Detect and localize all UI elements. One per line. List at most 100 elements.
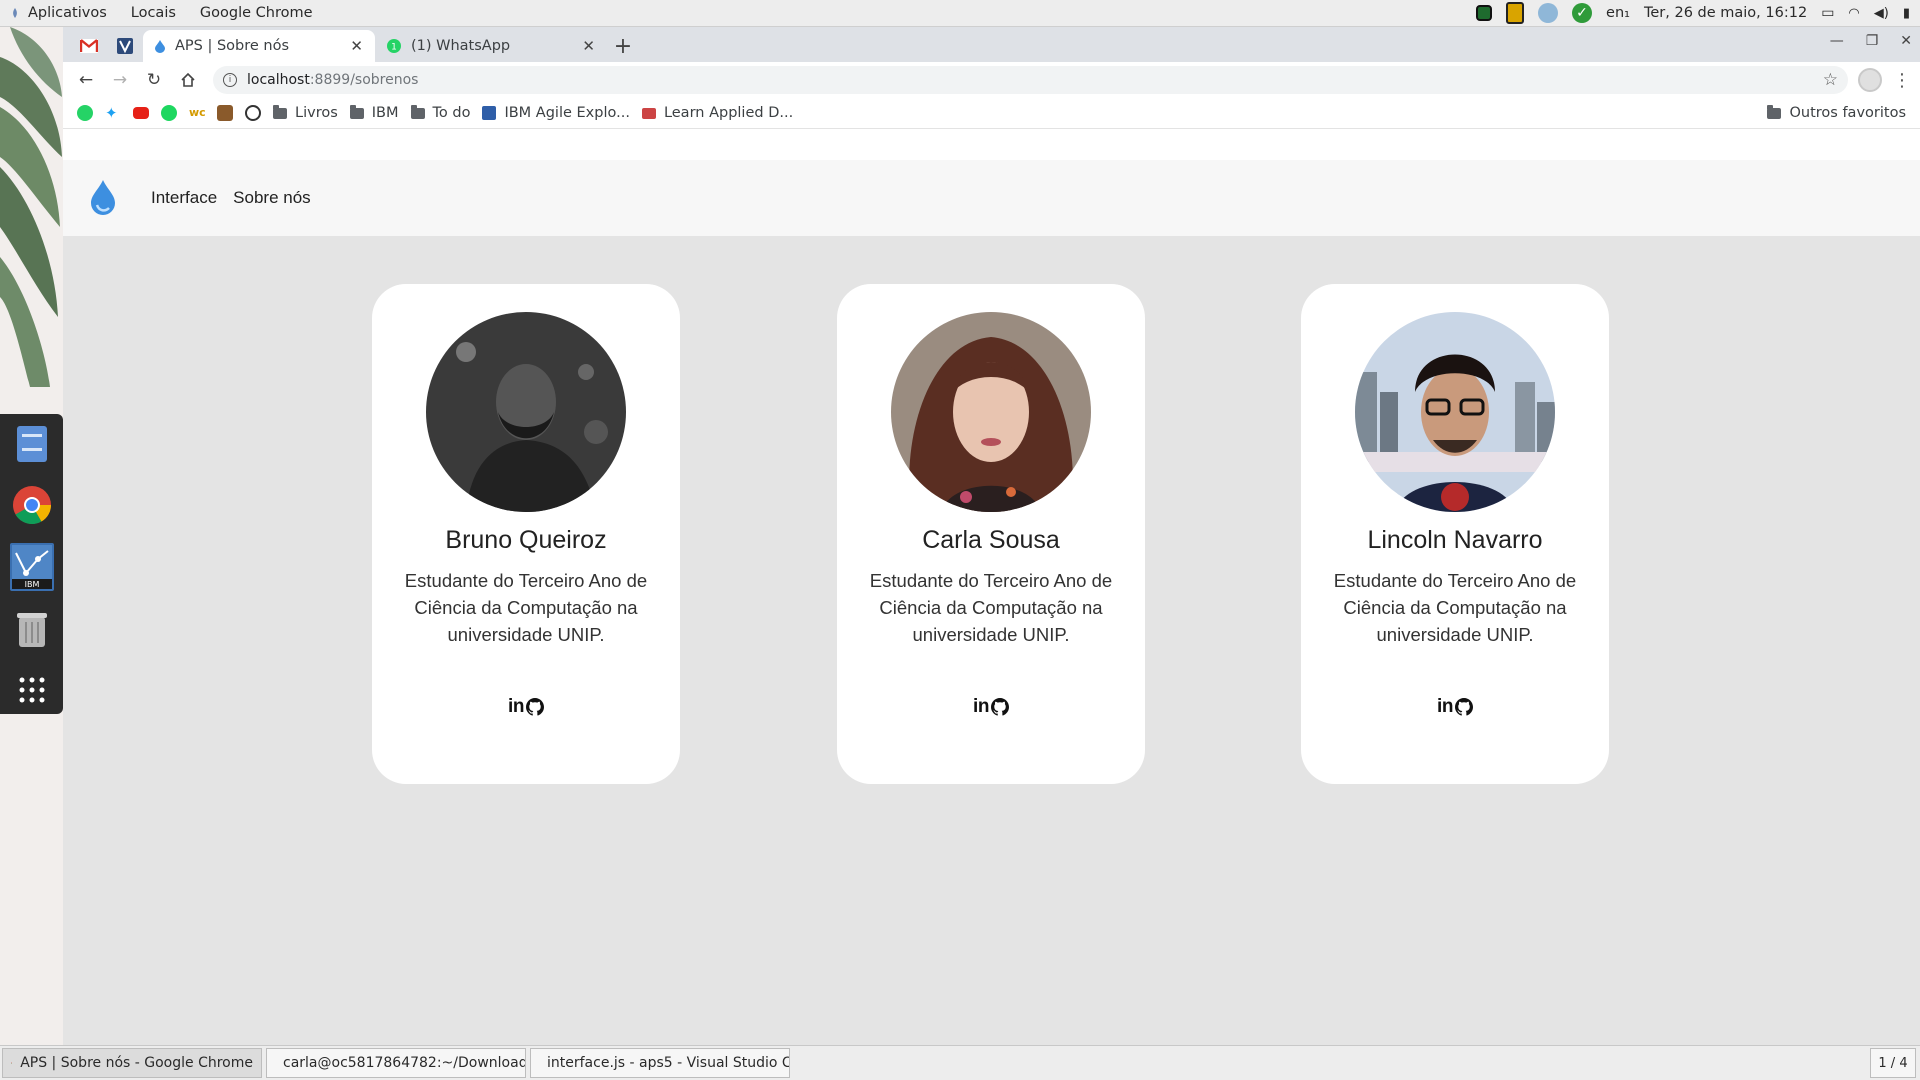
bookmark-label: Livros [295,105,338,121]
folder-icon [273,104,287,119]
spotify-bookmark-icon[interactable] [161,105,177,121]
dock-trash[interactable] [10,605,54,653]
pinned-tab-v-app[interactable] [107,30,143,62]
horse-bookmark-icon[interactable] [217,105,233,121]
arrow-right-icon: → [112,70,128,90]
bookmarks-bar: ✦ wc Livros IBM To do IBM Agile Explo...… [63,98,1920,129]
close-window-icon[interactable]: ✕ [1900,33,1912,49]
svg-text:IBM: IBM [24,580,39,589]
workspace-indicator[interactable]: 1 / 4 [1870,1048,1916,1078]
bookmark-label: IBM [371,105,399,121]
file-cabinet-icon [16,425,47,462]
forward-button[interactable]: → [105,65,135,95]
task-chrome[interactable]: APS | Sobre nós - Google Chrome [2,1048,262,1078]
tab-aps-sobre-nos[interactable]: APS | Sobre nós ✕ [143,30,375,62]
wifi-icon[interactable]: ◠ [1848,6,1859,21]
system-top-bar: Aplicativos Locais Google Chrome ✓ en₁ T… [0,0,1920,27]
card-name: Lincoln Navarro [1367,526,1543,554]
task-label: carla@oc5817864782:~/Downloads... [283,1055,526,1071]
menu-aplicativos[interactable]: Aplicativos [28,5,119,21]
github-icon[interactable] [990,698,1009,716]
bookmark-folder-ibm[interactable]: IBM [349,104,399,121]
social-links: in [837,696,1145,718]
card-name: Bruno Queiroz [445,526,607,554]
nav-link-interface[interactable]: Interface [151,188,217,208]
bookmark-ibm-agile[interactable]: IBM Agile Explo... [482,105,630,121]
arrow-left-icon: ← [78,70,94,90]
home-button[interactable] [173,65,203,95]
tab-close-icon[interactable]: ✕ [582,37,595,55]
team-card: Lincoln Navarro Estudante do Terceiro An… [1301,284,1609,784]
nav-link-sobre-nos[interactable]: Sobre nós [233,188,311,208]
tab-close-icon[interactable]: ✕ [350,37,363,55]
display-icon[interactable]: ▭ [1821,5,1834,21]
desktop-background: IBM [0,27,63,1045]
chrome-menu-icon[interactable]: ⋮ [1892,70,1912,91]
menu-google-chrome[interactable]: Google Chrome [188,5,325,21]
dock-show-apps[interactable] [10,666,54,714]
terminal-tray-icon[interactable] [1476,5,1493,21]
site-info-icon[interactable]: i [223,73,237,87]
reload-button[interactable]: ↻ [139,65,169,95]
restore-icon[interactable]: ❐ [1866,33,1879,49]
bookmark-learn-applied[interactable]: Learn Applied D... [641,105,794,121]
bookmark-label: Outros favoritos [1789,105,1906,121]
bookmark-star-icon[interactable]: ☆ [1823,70,1838,90]
chrome-icon [11,1062,13,1064]
volume-icon[interactable]: ◀) [1874,6,1889,21]
app-grid-icon [19,677,44,703]
task-vscode[interactable]: interface.js - aps5 - Visual Studio Co..… [530,1048,790,1078]
linkedin-icon[interactable]: in [508,696,524,718]
avatar-bruno [426,312,626,512]
github-icon[interactable] [1454,698,1473,716]
bookmark-other-favorites[interactable]: Outros favoritos [1767,104,1906,121]
shield-tray-icon[interactable] [1506,2,1525,24]
task-terminal[interactable]: carla@oc5817864782:~/Downloads... [266,1048,526,1078]
browser-toolbar: ← → ↻ i localhost:8899/sobrenos ☆ ⋮ [63,62,1920,98]
profile-avatar[interactable] [1858,68,1882,92]
back-button[interactable]: ← [71,65,101,95]
bookmark-folder-todo[interactable]: To do [410,104,470,121]
menu-locais[interactable]: Locais [119,5,188,21]
linkedin-icon[interactable]: in [1437,696,1453,718]
folder-icon [1767,104,1782,119]
card-description: Estudante do Terceiro Ano de Ciência da … [404,570,648,645]
clock[interactable]: Ter, 26 de maio, 16:12 [1644,5,1807,21]
linkedin-icon[interactable]: in [973,696,989,718]
bookmark-label: Learn Applied D... [663,105,794,121]
tab-whatsapp[interactable]: 1 (1) WhatsApp ✕ [375,30,607,62]
task-label: interface.js - aps5 - Visual Studio Co..… [547,1055,790,1071]
dock-chrome[interactable] [10,482,54,530]
keyboard-layout[interactable]: en₁ [1606,5,1630,21]
web-page: Interface Sobre nós Bruno Queiroz Estuda… [63,160,1920,1045]
ibm-network-icon: IBM [11,544,52,589]
check-tray-icon[interactable]: ✓ [1572,3,1593,23]
lens-bookmark-icon[interactable] [245,105,261,121]
youtube-bookmark-icon[interactable] [133,107,149,119]
folder-icon [410,104,425,119]
minimize-icon[interactable]: — [1830,33,1844,49]
new-tab-button[interactable]: + [607,30,639,62]
battery-icon[interactable]: ▮ [1903,6,1910,21]
svg-text:1: 1 [391,43,397,53]
trash-icon [16,612,47,647]
github-icon[interactable] [525,698,544,716]
pinned-tab-gmail[interactable] [71,30,107,62]
dock-files[interactable] [10,420,54,468]
network-tray-icon[interactable] [1538,3,1559,23]
dock-ibm-app[interactable]: IBM [9,543,54,591]
site-navbar: Interface Sobre nós [63,160,1920,236]
whatsapp-bookmark-icon[interactable] [77,105,93,121]
twitter-bookmark-icon[interactable]: ✦ [105,105,121,121]
window-list-taskbar: APS | Sobre nós - Google Chrome carla@oc… [0,1045,1920,1080]
whatsapp-icon: 1 [387,39,401,53]
profile-photo [1355,312,1555,512]
bookmark-label: IBM Agile Explo... [504,105,630,121]
address-bar[interactable]: i localhost:8899/sobrenos ☆ [213,66,1848,94]
water-drop-logo-icon[interactable] [89,179,117,217]
bookmark-folder-livros[interactable]: Livros [273,104,338,121]
wc-bookmark-icon[interactable]: wc [189,105,206,121]
tab-strip: APS | Sobre nós ✕ 1 (1) WhatsApp ✕ + — ❐… [63,27,1920,62]
profile-photo [891,312,1091,512]
chrome-window: APS | Sobre nós ✕ 1 (1) WhatsApp ✕ + — ❐… [63,27,1920,1045]
